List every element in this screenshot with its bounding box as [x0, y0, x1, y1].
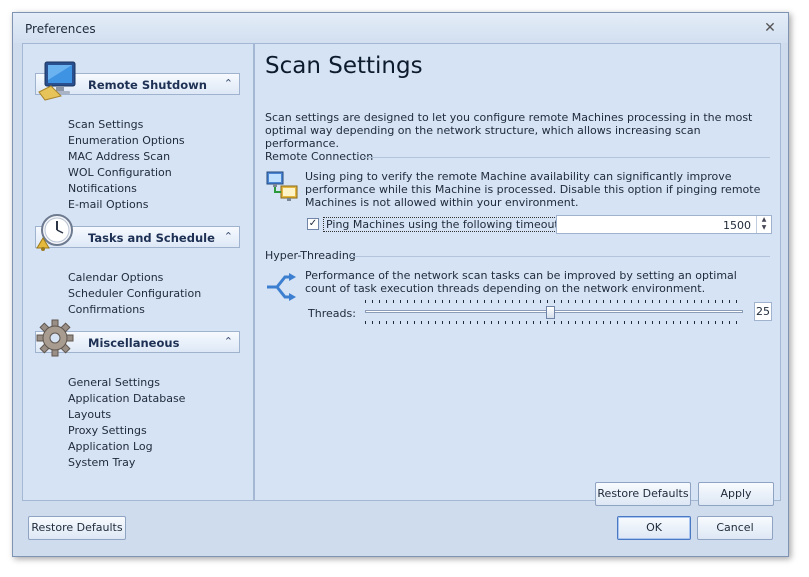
sidebar-item-general-settings[interactable]: General Settings: [68, 375, 185, 391]
slider-ticks-bottom: [365, 321, 743, 324]
slider-ticks-top: [365, 300, 743, 303]
miscellaneous-nav: General Settings Application Database La…: [68, 375, 185, 471]
preferences-window: Preferences ✕ Remote Shutdown ⌃ Scan Set…: [12, 12, 789, 557]
sidebar-item-proxy-settings[interactable]: Proxy Settings: [68, 423, 185, 439]
threads-label: Threads:: [308, 307, 356, 320]
remote-connection-title: Remote Connection: [265, 150, 374, 163]
spin-down-icon[interactable]: ▼: [757, 224, 771, 232]
threads-value[interactable]: 25: [754, 302, 772, 321]
chevron-up-icon[interactable]: ⌃: [224, 77, 233, 90]
section-title: Tasks and Schedule: [88, 231, 215, 245]
restore-defaults-button[interactable]: Restore Defaults: [28, 516, 126, 540]
remote-shutdown-nav: Scan Settings Enumeration Options MAC Ad…: [68, 117, 185, 213]
remote-connection-description: Using ping to verify the remote Machine …: [305, 170, 761, 209]
ok-button[interactable]: OK: [617, 516, 691, 540]
sidebar-item-notifications[interactable]: Notifications: [68, 181, 185, 197]
sidebar-item-layouts[interactable]: Layouts: [68, 407, 185, 423]
sidebar-item-enumeration-options[interactable]: Enumeration Options: [68, 133, 185, 149]
chevron-up-icon[interactable]: ⌃: [224, 335, 233, 348]
page-description: Scan settings are designed to let you co…: [265, 111, 753, 150]
sidebar-item-application-database[interactable]: Application Database: [68, 391, 185, 407]
sidebar-item-system-tray[interactable]: System Tray: [68, 455, 185, 471]
threads-slider[interactable]: [365, 300, 743, 324]
threads-arrows-icon: [265, 270, 299, 307]
main-panel: Scan Settings Scan settings are designed…: [254, 43, 781, 506]
close-icon[interactable]: ✕: [762, 21, 778, 35]
sidebar-item-calendar-options[interactable]: Calendar Options: [68, 270, 201, 286]
page-title: Scan Settings: [265, 53, 423, 79]
sidebar-item-email-options[interactable]: E-mail Options: [68, 197, 185, 213]
section-title: Remote Shutdown: [88, 78, 207, 92]
cancel-button[interactable]: Cancel: [697, 516, 773, 540]
hyper-threading-description: Performance of the network scan tasks ca…: [305, 269, 737, 295]
hyper-threading-title: Hyper-Threading: [265, 249, 356, 262]
network-computers-icon: [265, 170, 299, 207]
spin-up-icon[interactable]: ▲: [757, 216, 771, 224]
slider-thumb[interactable]: [546, 306, 556, 319]
title-bar[interactable]: Preferences ✕: [13, 13, 788, 43]
sidebar-item-scan-settings[interactable]: Scan Settings: [68, 117, 185, 133]
timeout-spinner: ▲ ▼: [756, 216, 771, 233]
sidebar-item-confirmations[interactable]: Confirmations: [68, 302, 201, 318]
hyper-threading-divider: [350, 256, 770, 257]
tasks-and-schedule-nav: Calendar Options Scheduler Configuration…: [68, 270, 201, 318]
sidebar-item-mac-address-scan[interactable]: MAC Address Scan: [68, 149, 185, 165]
window-title: Preferences: [25, 22, 96, 36]
gear-icon: [33, 316, 77, 360]
sidebar-item-scheduler-configuration[interactable]: Scheduler Configuration: [68, 286, 201, 302]
chevron-up-icon[interactable]: ⌃: [224, 230, 233, 243]
ping-checkbox-row[interactable]: ✓ Ping Machines using the following time…: [307, 216, 598, 232]
sidebar-item-application-log[interactable]: Application Log: [68, 439, 185, 455]
panel-restore-defaults-button[interactable]: Restore Defaults: [595, 482, 691, 506]
clock-icon: [33, 210, 77, 254]
remote-connection-divider: [361, 157, 770, 158]
timeout-spin-input[interactable]: 1500 ▲ ▼: [556, 215, 772, 234]
timeout-value[interactable]: 1500: [723, 219, 751, 232]
ping-checkbox[interactable]: ✓: [307, 218, 319, 230]
section-title: Miscellaneous: [88, 336, 180, 350]
sidebar-item-wol-configuration[interactable]: WOL Configuration: [68, 165, 185, 181]
monitor-icon: [37, 58, 81, 102]
apply-button[interactable]: Apply: [698, 482, 774, 506]
sidebar: Remote Shutdown ⌃ Scan Settings Enumerat…: [22, 43, 254, 501]
